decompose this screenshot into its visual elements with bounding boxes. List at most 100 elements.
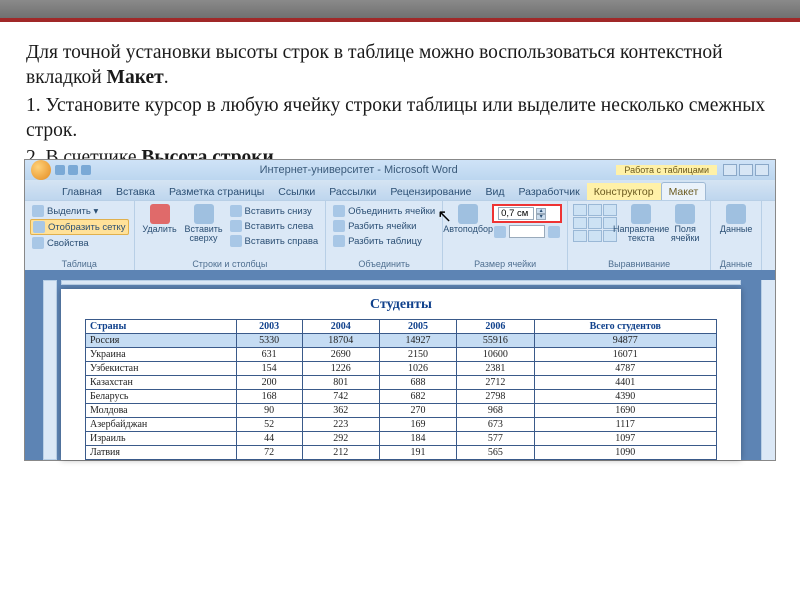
table-cell[interactable]: 200 (236, 376, 302, 390)
delete-button[interactable]: Удалить (140, 204, 180, 234)
merge-cells-button[interactable]: Объединить ячейки (331, 204, 437, 218)
table-row[interactable]: Израиль442921845771097 (86, 432, 717, 446)
table-cell[interactable]: 5330 (236, 334, 302, 348)
table-cell[interactable]: 2712 (457, 376, 534, 390)
row-height-spinner[interactable]: ▴▾ (492, 204, 562, 223)
table-cell[interactable]: 4787 (534, 362, 717, 376)
table-cell[interactable]: 688 (379, 376, 456, 390)
table-cell[interactable]: 169 (379, 418, 456, 432)
table-row[interactable]: Азербайджан522231696731117 (86, 418, 717, 432)
table-cell[interactable]: 16071 (534, 348, 717, 362)
table-cell[interactable]: 1690 (534, 404, 717, 418)
minimize-button[interactable] (723, 164, 737, 176)
table-cell[interactable]: 223 (302, 418, 379, 432)
row-height-input[interactable] (498, 207, 534, 220)
table-cell[interactable]: 673 (457, 418, 534, 432)
table-cell[interactable]: 1090 (534, 446, 717, 460)
table-cell[interactable]: 968 (457, 404, 534, 418)
table-cell[interactable]: 682 (379, 390, 456, 404)
insert-above-button[interactable]: Вставить сверху (184, 204, 224, 243)
close-button[interactable] (755, 164, 769, 176)
quick-access-toolbar[interactable] (55, 165, 91, 175)
save-icon[interactable] (55, 165, 65, 175)
table-cell[interactable]: 577 (457, 432, 534, 446)
table-row[interactable]: Казахстан20080168827124401 (86, 376, 717, 390)
col-width-spinner[interactable] (492, 224, 562, 239)
table-cell[interactable]: 2150 (379, 348, 456, 362)
table-cell[interactable]: Молдова (86, 404, 237, 418)
table-row[interactable]: Узбекистан1541226102623814787 (86, 362, 717, 376)
tab-home[interactable]: Главная (55, 183, 109, 200)
table-cell[interactable]: 2798 (457, 390, 534, 404)
cell-margins-button[interactable]: Поля ячейки (665, 204, 705, 243)
vertical-ruler[interactable] (43, 280, 57, 460)
table-cell[interactable]: 742 (302, 390, 379, 404)
table-cell[interactable]: Латвия (86, 446, 237, 460)
table-header[interactable]: 2004 (302, 320, 379, 334)
table-cell[interactable]: 801 (302, 376, 379, 390)
students-table[interactable]: Страны2003200420052006Всего студентов Ро… (85, 319, 717, 460)
table-cell[interactable]: 1026 (379, 362, 456, 376)
table-cell[interactable]: 18704 (302, 334, 379, 348)
table-cell[interactable]: 1117 (534, 418, 717, 432)
page[interactable]: Студенты Страны2003200420052006Всего сту… (61, 289, 741, 460)
table-cell[interactable]: 4390 (534, 390, 717, 404)
tab-page-layout[interactable]: Разметка страницы (162, 183, 271, 200)
table-cell[interactable]: 1097 (534, 432, 717, 446)
insert-below-button[interactable]: Вставить снизу (228, 204, 321, 218)
office-button[interactable] (31, 160, 51, 180)
tab-view[interactable]: Вид (478, 183, 511, 200)
table-row[interactable]: Россия533018704149275591694877 (86, 334, 717, 348)
table-row[interactable]: Украина631269021501060016071 (86, 348, 717, 362)
table-cell[interactable]: 2381 (457, 362, 534, 376)
insert-left-button[interactable]: Вставить слева (228, 219, 321, 233)
table-cell[interactable]: 94877 (534, 334, 717, 348)
alignment-grid[interactable] (573, 204, 617, 242)
table-cell[interactable]: Россия (86, 334, 237, 348)
spinner-down[interactable]: ▾ (536, 214, 546, 220)
table-cell[interactable]: 631 (236, 348, 302, 362)
redo-icon[interactable] (81, 165, 91, 175)
table-cell[interactable]: 4401 (534, 376, 717, 390)
table-cell[interactable]: 565 (457, 446, 534, 460)
undo-icon[interactable] (68, 165, 78, 175)
tab-developer[interactable]: Разработчик (511, 183, 586, 200)
table-cell[interactable]: 55916 (457, 334, 534, 348)
table-cell[interactable]: Украина (86, 348, 237, 362)
table-cell[interactable]: 168 (236, 390, 302, 404)
table-cell[interactable]: 14927 (379, 334, 456, 348)
maximize-button[interactable] (739, 164, 753, 176)
table-cell[interactable]: 2690 (302, 348, 379, 362)
table-cell[interactable]: 90 (236, 404, 302, 418)
table-cell[interactable]: 154 (236, 362, 302, 376)
tab-references[interactable]: Ссылки (271, 183, 322, 200)
distribute-cols-icon[interactable] (548, 226, 560, 238)
tab-mailings[interactable]: Рассылки (322, 183, 383, 200)
table-cell[interactable]: 362 (302, 404, 379, 418)
table-header[interactable]: Всего студентов (534, 320, 717, 334)
vertical-scrollbar[interactable] (761, 280, 775, 460)
table-cell[interactable]: Узбекистан (86, 362, 237, 376)
properties-button[interactable]: Свойства (30, 236, 91, 250)
autofit-button[interactable]: Автоподбор (448, 204, 488, 234)
table-cell[interactable]: Азербайджан (86, 418, 237, 432)
insert-right-button[interactable]: Вставить справа (228, 234, 321, 248)
table-header[interactable]: 2003 (236, 320, 302, 334)
table-cell[interactable]: 10600 (457, 348, 534, 362)
table-cell[interactable]: Израиль (86, 432, 237, 446)
data-button[interactable]: Данные (716, 204, 756, 234)
tab-design[interactable]: Конструктор (587, 183, 661, 200)
table-row[interactable]: Беларусь16874268227984390 (86, 390, 717, 404)
table-cell[interactable]: Казахстан (86, 376, 237, 390)
table-cell[interactable]: 270 (379, 404, 456, 418)
table-cell[interactable]: 184 (379, 432, 456, 446)
tab-review[interactable]: Рецензирование (383, 183, 478, 200)
table-row[interactable]: Молдова903622709681690 (86, 404, 717, 418)
table-cell[interactable]: 191 (379, 446, 456, 460)
table-cell[interactable]: Беларусь (86, 390, 237, 404)
table-cell[interactable]: 44 (236, 432, 302, 446)
table-cell[interactable]: 212 (302, 446, 379, 460)
show-grid-button[interactable]: Отобразить сетку (30, 219, 129, 235)
tab-layout[interactable]: Макет (661, 182, 707, 200)
table-cell[interactable]: 1226 (302, 362, 379, 376)
